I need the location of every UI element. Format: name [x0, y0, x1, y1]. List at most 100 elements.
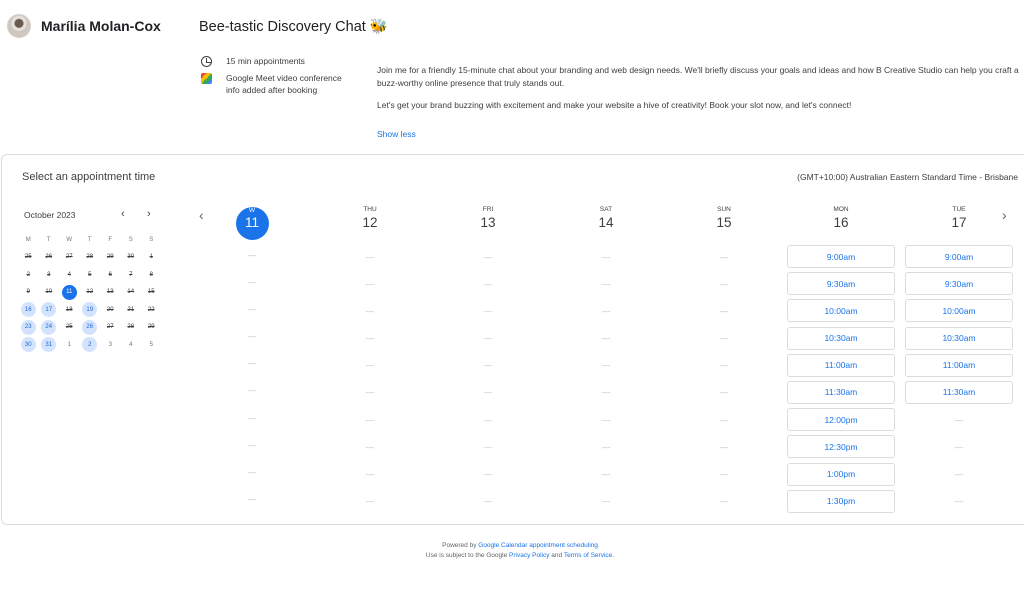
no-availability-marker: —	[247, 385, 257, 396]
mini-calendar-day: 27	[106, 324, 114, 331]
mini-calendar-day[interactable]: 23	[20, 319, 36, 335]
no-availability-marker: —	[247, 331, 257, 342]
day-of-week: SUN	[717, 206, 731, 213]
no-availability-marker: —	[719, 305, 729, 316]
weekday-label: T	[87, 236, 92, 243]
time-slot-button[interactable]: 12:00pm	[787, 408, 895, 432]
powered-link[interactable]: Google Calendar appointment scheduling	[478, 542, 598, 549]
no-availability-marker: —	[365, 305, 375, 316]
no-availability-marker: —	[483, 496, 493, 507]
mini-calendar-day: 20	[106, 306, 114, 313]
time-slot-button[interactable]: 10:30am	[787, 326, 895, 350]
time-slot-button[interactable]: 1:00pm	[787, 462, 895, 486]
time-slot-button[interactable]: 10:30am	[905, 326, 1013, 350]
no-availability-marker: —	[483, 469, 493, 479]
mini-calendar-day: 27	[65, 254, 73, 261]
mini-calendar-day: 21	[127, 306, 135, 313]
weekday-label: F	[108, 236, 113, 243]
mini-calendar-day[interactable]: 16	[20, 302, 36, 318]
no-availability-marker: —	[247, 249, 257, 260]
mini-calendar-day[interactable]: 19	[82, 302, 98, 318]
chevron-right-icon[interactable]: ›	[147, 208, 151, 220]
time-slot-button[interactable]: 11:00am	[905, 353, 1013, 377]
mini-calendar-day: 4	[129, 341, 133, 348]
event-description: Join me for a friendly 15-minute chat ab…	[377, 65, 1019, 88]
day-column: W 11 — — — — — — — — — —	[198, 202, 306, 515]
mini-calendar-day: 25	[24, 254, 32, 261]
no-availability-marker: —	[601, 305, 611, 316]
mini-calendar-day: 5	[88, 271, 92, 278]
weekday-label: S	[128, 236, 133, 243]
no-availability-marker: —	[954, 414, 964, 425]
mini-calendar-day[interactable]: 11	[61, 284, 77, 300]
conference-row: Google Meet video conference info added …	[201, 72, 356, 96]
mini-calendar-day: 7	[129, 271, 133, 278]
weekday-label: W	[66, 236, 73, 243]
no-availability-marker: —	[719, 469, 729, 479]
terms-link[interactable]: Terms of Service	[564, 552, 612, 559]
mini-calendar-day: 3	[47, 271, 51, 278]
no-availability-marker: —	[954, 496, 964, 507]
mini-calendar-day: 12	[86, 289, 94, 296]
privacy-link[interactable]: Privacy Policy	[509, 552, 549, 559]
no-availability-marker: —	[601, 387, 611, 398]
mini-calendar-day[interactable]: 26	[82, 319, 98, 335]
day-of-week: THU	[363, 206, 377, 213]
mini-calendar-day[interactable]: 2	[82, 337, 98, 353]
time-slot-button[interactable]: 10:00am	[787, 299, 895, 323]
no-availability-marker: —	[483, 387, 493, 398]
no-availability-marker: —	[483, 251, 493, 262]
day-header: TUE 17	[905, 206, 1013, 242]
day-of-week: FRI	[482, 206, 494, 213]
event-title: Bee-tastic Discovery Chat 🐝	[199, 19, 388, 35]
mini-calendar-day: 8	[149, 271, 153, 278]
timezone-selector[interactable]: (GMT+10:00) Australian Eastern Standard …	[797, 172, 1018, 182]
time-slot-button[interactable]: 9:00am	[787, 245, 895, 268]
no-availability-marker: —	[719, 251, 729, 262]
mini-calendar-day: 25	[65, 324, 73, 331]
no-availability-marker: —	[483, 414, 493, 425]
day-date: 15	[716, 215, 732, 230]
time-slot-button[interactable]: 9:30am	[905, 272, 1013, 296]
time-slot-button[interactable]: 11:30am	[787, 380, 895, 404]
mini-calendar-day: 15	[147, 289, 155, 296]
day-of-week: W	[248, 207, 256, 214]
show-less-link[interactable]: Show less	[377, 129, 416, 139]
mini-calendar-day[interactable]: 17	[41, 302, 57, 318]
booking-title: Select an appointment time	[22, 171, 156, 183]
no-availability-marker: —	[719, 414, 729, 425]
day-date: 13	[480, 215, 496, 230]
mini-calendar-day[interactable]: 30	[20, 337, 36, 353]
no-availability-marker: —	[365, 469, 375, 479]
weekday-label: M	[25, 236, 31, 243]
time-slot-button[interactable]: 11:30am	[905, 380, 1013, 404]
no-availability-marker: —	[365, 333, 375, 344]
time-slot-button[interactable]: 12:30pm	[787, 435, 895, 459]
time-slot-button[interactable]: 1:30pm	[787, 489, 895, 513]
weekday-label: S	[149, 236, 154, 243]
no-availability-marker: —	[483, 278, 493, 289]
time-slot-button[interactable]: 11:00am	[787, 353, 895, 377]
day-date: 17	[951, 215, 967, 230]
day-header: THU 12	[316, 206, 424, 242]
footer-powered: Powered by Google Calendar appointment s…	[442, 542, 598, 549]
day-date: 14	[598, 215, 614, 230]
mini-calendar-day: 30	[127, 254, 135, 261]
footer-terms: Use is subject to the Google Privacy Pol…	[425, 552, 615, 559]
no-availability-marker: —	[247, 439, 257, 450]
time-slot-button[interactable]: 9:30am	[787, 272, 895, 296]
conference-text: Google Meet video conference info added …	[226, 73, 342, 95]
no-availability-marker: —	[365, 496, 375, 507]
event-description-2: Let's get your brand buzzing with excite…	[377, 100, 852, 110]
mini-calendar-day[interactable]: 24	[41, 319, 57, 335]
time-slot-button[interactable]: 10:00am	[905, 299, 1013, 323]
time-slot-button[interactable]: 9:00am	[905, 245, 1013, 268]
mini-calendar-day[interactable]: 31	[41, 337, 57, 353]
no-availability-marker: —	[247, 276, 257, 287]
chevron-left-icon[interactable]: ‹	[121, 208, 125, 220]
mini-calendar-day: 9	[26, 289, 30, 296]
no-availability-marker: —	[247, 412, 257, 423]
mini-calendar-day: 14	[127, 289, 135, 296]
mini-calendar-grid: M T W T F S S 25 26 27 28 29 30 1 2 3 4 5 6 7 8 9 10 11 12 13 14 15…	[18, 231, 162, 354]
duration-row: 15 min appointments	[201, 55, 356, 67]
